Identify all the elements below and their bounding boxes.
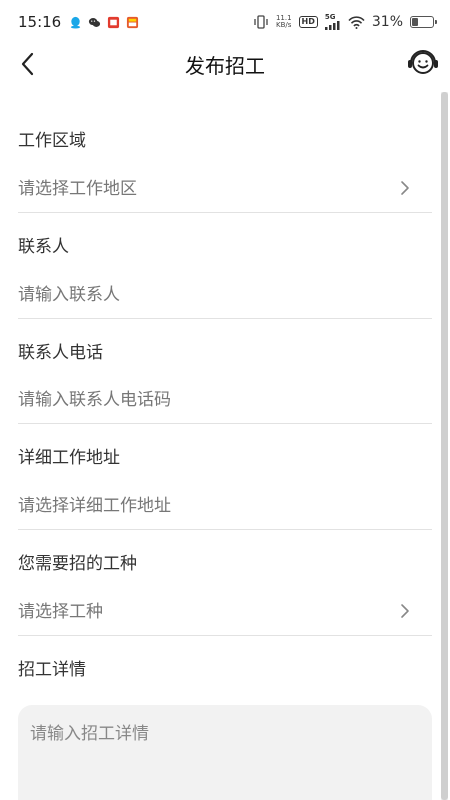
phone-placeholder: 请输入联系人电话码 bbox=[18, 390, 171, 410]
notification-icons bbox=[69, 16, 139, 29]
divider bbox=[18, 635, 432, 636]
status-right: 11.1 KB/s HD 5G 31% bbox=[253, 13, 437, 30]
signal-indicator: 5G bbox=[324, 13, 341, 30]
work-area-select[interactable]: 请选择工作地区 bbox=[18, 174, 414, 204]
qq-icon bbox=[71, 16, 81, 29]
status-bar: 15:16 11.1 KB/s HD 5G 31% bbox=[0, 0, 450, 44]
details-textarea[interactable]: 请输入招工详情 bbox=[18, 705, 432, 800]
battery-icon bbox=[410, 16, 437, 28]
address-label: 详细工作地址 bbox=[18, 448, 120, 468]
app-notification-icon-2 bbox=[127, 16, 139, 28]
network-type: 5G bbox=[324, 13, 336, 21]
divider bbox=[18, 529, 432, 530]
hd-badge: HD bbox=[298, 16, 318, 28]
job-type-placeholder: 请选择工种 bbox=[18, 602, 103, 622]
chevron-left-icon bbox=[21, 52, 34, 76]
contact-label: 联系人 bbox=[18, 237, 69, 257]
work-area-label: 工作区域 bbox=[18, 131, 86, 151]
signal-bars-icon bbox=[324, 21, 340, 30]
back-button[interactable] bbox=[14, 50, 42, 78]
status-time: 15:16 bbox=[18, 13, 62, 31]
phone-input[interactable]: 请输入联系人电话码 bbox=[18, 385, 414, 415]
customer-service-button[interactable] bbox=[406, 46, 440, 80]
chevron-right-icon bbox=[401, 181, 409, 195]
network-speed: 11.1 KB/s bbox=[276, 15, 292, 29]
battery-tip bbox=[435, 20, 437, 24]
address-placeholder: 请选择详细工作地址 bbox=[18, 496, 171, 516]
app-notification-icon bbox=[108, 16, 120, 28]
details-label: 招工详情 bbox=[18, 660, 86, 680]
vibrate-icon bbox=[254, 15, 268, 29]
divider bbox=[18, 212, 432, 213]
contact-placeholder: 请输入联系人 bbox=[18, 285, 120, 305]
divider bbox=[18, 318, 432, 319]
chevron-right-icon bbox=[401, 604, 409, 618]
scrollbar-thumb[interactable] bbox=[441, 92, 448, 800]
job-type-label: 您需要招的工种 bbox=[18, 554, 137, 574]
work-area-placeholder: 请选择工作地区 bbox=[18, 179, 137, 199]
page-title: 发布招工 bbox=[185, 53, 265, 78]
phone-label: 联系人电话 bbox=[18, 343, 103, 363]
customer-service-icon bbox=[408, 50, 438, 74]
wechat-icon bbox=[89, 17, 101, 27]
divider bbox=[18, 423, 432, 424]
contact-input[interactable]: 请输入联系人 bbox=[18, 280, 414, 310]
speed-unit: KB/s bbox=[276, 21, 292, 29]
battery-fill bbox=[412, 18, 418, 26]
wifi-icon bbox=[348, 15, 365, 29]
address-select[interactable]: 请选择详细工作地址 bbox=[18, 491, 414, 521]
header: 发布招工 bbox=[0, 44, 450, 84]
battery-percent: 31% bbox=[371, 14, 403, 30]
details-placeholder: 请输入招工详情 bbox=[30, 724, 149, 744]
job-type-select[interactable]: 请选择工种 bbox=[18, 597, 414, 627]
